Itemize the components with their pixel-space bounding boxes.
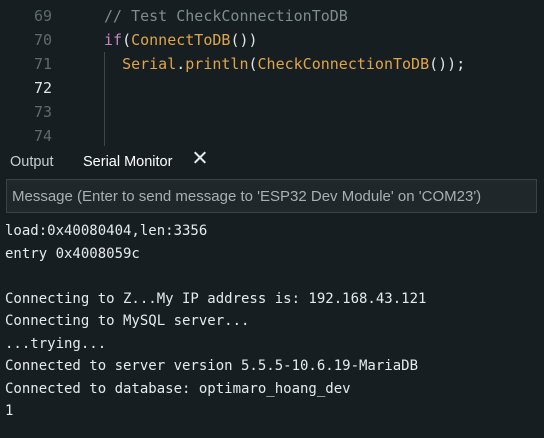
line-number: 72 bbox=[33, 79, 52, 97]
code-line: 73 bbox=[0, 100, 544, 124]
code-token: ( bbox=[122, 31, 132, 49]
code-token: if bbox=[104, 31, 123, 49]
line-number: 71 bbox=[33, 55, 52, 73]
code-text: if(ConnectToDB()) bbox=[104, 28, 258, 52]
code-token: Serial bbox=[122, 55, 177, 73]
code-text: // Test CheckConnectionToDB bbox=[104, 4, 348, 28]
code-token: // Test CheckConnectionToDB bbox=[104, 7, 348, 25]
code-token: CheckConnectionToDB bbox=[257, 55, 430, 73]
serial-output-line: 1 bbox=[5, 403, 14, 419]
line-number: 74 bbox=[33, 127, 52, 145]
serial-monitor-window: 69// Test CheckConnectionToDB 70 if(Connec… bbox=[0, 0, 544, 438]
code-line: 71 Serial.println(CheckConnectionToDB())… bbox=[0, 52, 544, 76]
code-line: 74 bbox=[0, 124, 544, 146]
serial-output-line: ...trying... bbox=[5, 335, 107, 352]
panel-tab-bar: Output Serial Monitor bbox=[0, 146, 544, 176]
serial-output-line: Connecting to Z...My IP address is: 192.… bbox=[5, 290, 427, 307]
line-number: 73 bbox=[33, 103, 52, 121]
code-token: . bbox=[176, 55, 186, 73]
code-token: ()); bbox=[429, 55, 466, 73]
serial-output: load:0x40080404,len:3356 entry 0x4008059c… bbox=[0, 216, 544, 438]
serial-output-line: Connected to database: optimaro_hoang_de… bbox=[5, 380, 351, 397]
code-token: ConnectToDB bbox=[131, 31, 231, 49]
serial-message-input[interactable] bbox=[6, 179, 537, 213]
code-line: 72 bbox=[0, 76, 544, 100]
code-line: 70 if(ConnectToDB()) bbox=[0, 28, 544, 52]
line-number: 70 bbox=[33, 31, 52, 49]
serial-output-line: load:0x40080404,len:3356 bbox=[5, 223, 208, 239]
close-icon[interactable] bbox=[193, 150, 207, 164]
serial-output-line: entry 0x4008059c bbox=[5, 245, 140, 262]
tab-output[interactable]: Output bbox=[10, 150, 54, 174]
code-line: 69 // Test CheckConnectionToDB bbox=[0, 4, 544, 28]
serial-output-line: Connecting to MySQL server... bbox=[5, 313, 250, 329]
code-token: println bbox=[185, 55, 249, 73]
serial-output-line: Connected to server version 5.5.5-10.6.1… bbox=[5, 358, 419, 374]
code-token: ( bbox=[248, 55, 258, 73]
code-editor[interactable]: 69// Test CheckConnectionToDB 70 if(Connec… bbox=[0, 0, 544, 146]
code-token: ()) bbox=[230, 31, 258, 49]
tab-serial-monitor[interactable]: Serial Monitor bbox=[83, 150, 172, 174]
line-number: 69 bbox=[33, 7, 52, 25]
code-text: Serial.println(CheckConnectionToDB()); bbox=[104, 52, 465, 76]
